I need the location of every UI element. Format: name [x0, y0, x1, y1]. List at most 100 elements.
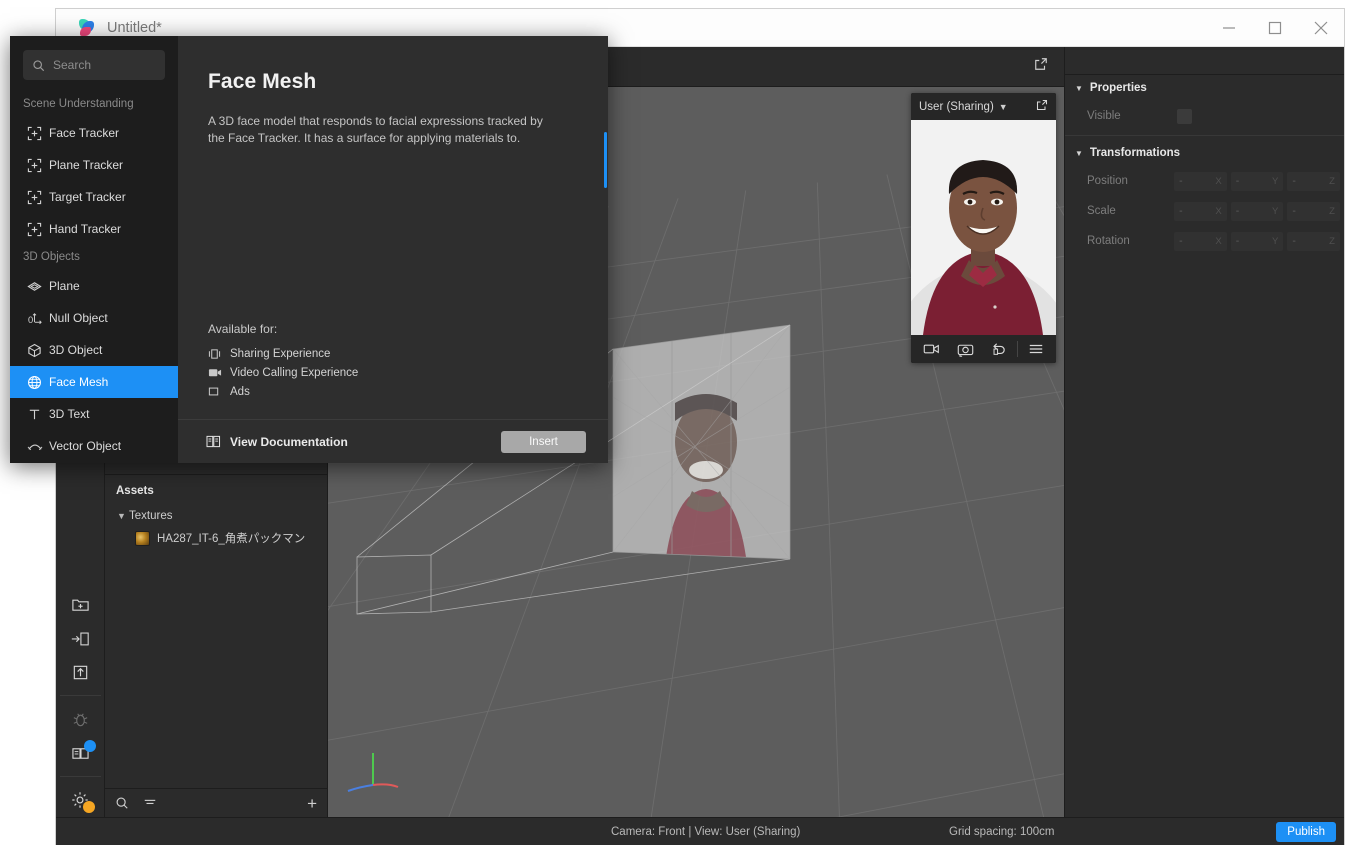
search-icon[interactable]	[115, 796, 129, 810]
property-row-visible: Visible	[1065, 101, 1344, 131]
menu-icon[interactable]	[1022, 342, 1051, 356]
camera-preview-image[interactable]	[911, 120, 1056, 335]
rotation-x-field[interactable]: - X	[1174, 231, 1227, 251]
control-divider	[1016, 341, 1018, 357]
list-item-3d-text[interactable]: 3D Text	[10, 398, 178, 430]
axis-gizmo	[347, 753, 399, 792]
insert-dialog-list: Search Scene Understanding Face Tracker …	[10, 36, 178, 463]
rotation-y-field[interactable]: - Y	[1230, 231, 1284, 251]
list-item-face-tracker[interactable]: Face Tracker	[10, 117, 178, 149]
assets-group-textures[interactable]: ▼ Textures	[105, 505, 327, 527]
property-label: Rotation	[1087, 235, 1130, 247]
axis-label: Y	[1272, 175, 1279, 187]
property-label: Visible	[1087, 110, 1121, 122]
expand-icon[interactable]	[1036, 99, 1048, 114]
scale-x-field[interactable]: - X	[1174, 201, 1227, 221]
switch-camera-icon[interactable]	[951, 342, 981, 357]
import-icon[interactable]	[63, 621, 97, 655]
settings-icon[interactable]	[63, 783, 97, 817]
detail-description: A 3D face model that responds to facial …	[208, 114, 543, 146]
status-bar: Camera: Front | View: User (Sharing) Gri…	[56, 817, 1344, 845]
spark-ar-logo	[78, 18, 96, 37]
tracker-icon	[27, 222, 49, 237]
publish-button[interactable]: Publish	[1276, 821, 1336, 842]
field-value: -	[1179, 175, 1183, 187]
detail-body: Face Mesh A 3D face model that responds …	[178, 36, 608, 419]
axis-label: X	[1215, 235, 1222, 247]
expand-icon[interactable]	[1034, 57, 1054, 76]
scale-y-field[interactable]: - Y	[1230, 201, 1284, 221]
search-input[interactable]: Search	[23, 50, 165, 80]
vector-object-icon	[27, 439, 49, 454]
list-item-label: Hand Tracker	[49, 222, 122, 236]
available-item-label: Video Calling Experience	[230, 366, 359, 379]
list-item-target-tracker[interactable]: Target Tracker	[10, 181, 178, 213]
group-label-scene-understanding: Scene Understanding	[23, 98, 134, 110]
svg-text:0: 0	[28, 315, 33, 325]
axis-label: X	[1215, 205, 1222, 217]
visible-checkbox[interactable]	[1177, 108, 1192, 124]
documentation-badge	[84, 740, 96, 753]
scale-z-field[interactable]: - Z	[1287, 201, 1340, 221]
add-asset-button[interactable]: +	[307, 795, 317, 812]
debug-icon[interactable]	[63, 702, 97, 736]
close-button[interactable]	[1298, 9, 1344, 46]
field-value: -	[1235, 205, 1240, 217]
position-x-field[interactable]: - X	[1174, 171, 1227, 191]
list-item-null-object[interactable]: 0 Null Object	[10, 302, 178, 334]
detail-title: Face Mesh	[208, 70, 317, 93]
insert-dialog-detail: Face Mesh A 3D face model that responds …	[178, 36, 608, 463]
available-item-label: Ads	[230, 385, 250, 398]
list-item-label: Plane	[49, 279, 80, 293]
list-item-hand-tracker[interactable]: Hand Tracker	[10, 213, 178, 245]
export-icon[interactable]	[63, 655, 97, 689]
record-video-icon[interactable]	[917, 342, 947, 356]
status-camera-view: Camera: Front | View: User (Sharing)	[611, 825, 801, 838]
tracker-icon	[27, 126, 49, 141]
caret-down-icon: ▼	[1075, 83, 1083, 93]
documentation-icon[interactable]	[63, 736, 97, 770]
available-item-ads: Ads	[208, 382, 358, 401]
filter-icon[interactable]	[143, 796, 157, 810]
video-call-icon	[208, 367, 230, 378]
list-item-3d-object[interactable]: 3D Object	[10, 334, 178, 366]
list-item-face-mesh[interactable]: Face Mesh	[10, 366, 178, 398]
insert-button[interactable]: Insert	[501, 430, 586, 453]
maximize-button[interactable]	[1252, 9, 1298, 46]
assets-group-label: Textures	[129, 510, 173, 522]
section-properties[interactable]: ▼ Properties	[1065, 75, 1344, 101]
position-z-field[interactable]: - Z	[1287, 171, 1340, 191]
axis-label: Z	[1329, 175, 1335, 187]
available-item-sharing: Sharing Experience	[208, 344, 358, 363]
camera-preview-controls	[911, 335, 1056, 363]
assets-title: Assets	[116, 485, 154, 497]
insert-object-dialog: Search Scene Understanding Face Tracker …	[10, 36, 608, 463]
assets-footer: +	[105, 788, 327, 817]
properties-panel-header	[1065, 47, 1344, 75]
rotation-z-field[interactable]: - Z	[1287, 231, 1340, 251]
view-documentation-link[interactable]: View Documentation	[206, 435, 348, 449]
screen-root: Untitled* Assets ▼ Textures HA287_IT-6_角…	[0, 0, 1345, 845]
asset-item[interactable]: HA287_IT-6_角煮パックマン	[105, 527, 327, 549]
list-item-plane-tracker[interactable]: Plane Tracker	[10, 149, 178, 181]
section-transformations[interactable]: ▼ Transformations	[1065, 140, 1344, 166]
list-item-plane[interactable]: Plane	[10, 270, 178, 302]
settings-badge	[83, 800, 95, 813]
cube-icon	[27, 343, 49, 358]
available-item-label: Sharing Experience	[230, 347, 331, 360]
position-y-field[interactable]: - Y	[1230, 171, 1284, 191]
minimize-button[interactable]	[1206, 9, 1252, 46]
available-for-section: Available for: Sharing Experience Video …	[208, 322, 358, 401]
list-item-vector-object[interactable]: Vector Object	[10, 430, 178, 462]
chevron-down-icon[interactable]: ▼	[999, 102, 1008, 112]
camera-preview-header: User (Sharing) ▼	[911, 93, 1056, 120]
camera-preview-title[interactable]: User (Sharing)	[919, 101, 994, 113]
reset-icon[interactable]	[984, 342, 1013, 357]
available-item-video-calling: Video Calling Experience	[208, 363, 358, 382]
properties-panel: ▼ Properties Visible ▼ Transformations P…	[1064, 47, 1344, 817]
axis-label: Y	[1272, 235, 1279, 247]
caret-down-icon: ▼	[1075, 148, 1083, 158]
section-divider	[1065, 135, 1344, 136]
property-row-position: Position - X - Y - Z	[1065, 166, 1344, 196]
add-asset-icon[interactable]	[63, 587, 97, 621]
